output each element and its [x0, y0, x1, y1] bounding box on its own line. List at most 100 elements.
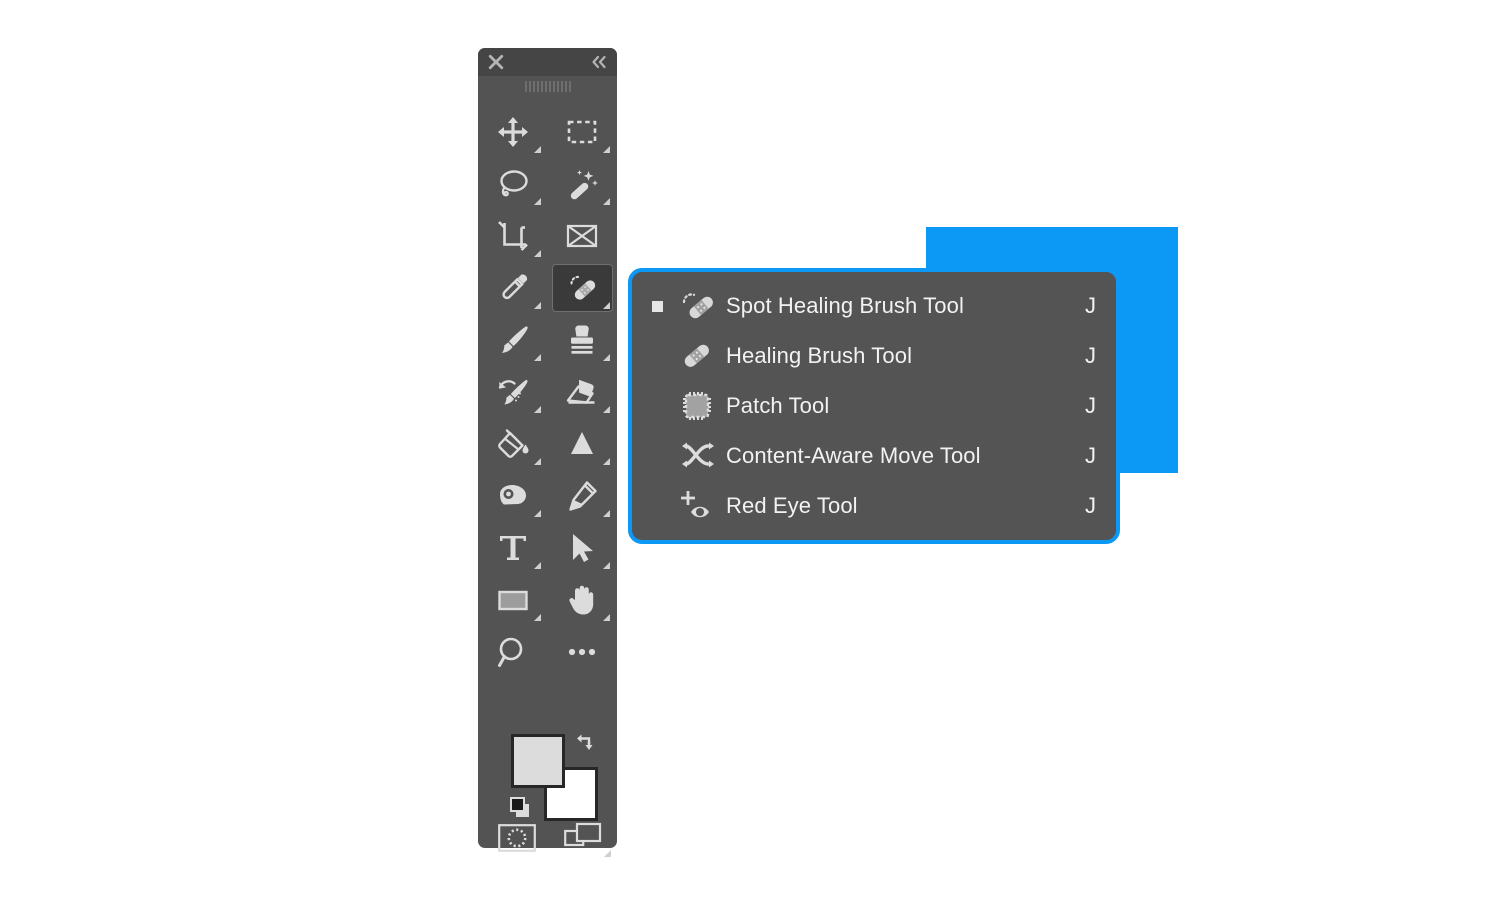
flyout-indicator-icon [603, 146, 610, 153]
tool-blur[interactable] [548, 418, 618, 470]
red-eye-icon [668, 485, 726, 527]
flyout-indicator-icon [533, 406, 541, 413]
close-icon[interactable] [487, 53, 505, 71]
flyout-indicator-icon [533, 198, 541, 205]
menu-item-label: Content-Aware Move Tool [726, 443, 981, 468]
flyout-indicator-icon [533, 510, 541, 517]
eyedropper-icon [495, 270, 531, 306]
swap-colors-icon[interactable] [575, 731, 598, 754]
screen-mode-button[interactable] [564, 822, 611, 857]
ellipsis-icon [564, 634, 600, 670]
history-brush-icon [495, 374, 531, 410]
tool-row [478, 366, 617, 418]
tool-spot-healing-brush[interactable] [548, 262, 618, 314]
menu-item-shortcut: J [1085, 443, 1096, 468]
flyout-indicator-icon [604, 850, 611, 857]
tool-row [478, 574, 617, 626]
tool-brush[interactable] [478, 314, 548, 366]
tool-pen[interactable] [548, 470, 618, 522]
flyout-indicator-icon [603, 458, 610, 465]
menu-item-label: Patch Tool [726, 393, 830, 418]
tool-eraser[interactable] [548, 366, 618, 418]
tool-row [478, 262, 617, 314]
flyout-indicator-icon [603, 406, 610, 413]
tool-horizontal-type[interactable] [478, 522, 548, 574]
menu-item-content-aware-move-tool[interactable]: Content-Aware Move Tool J [632, 431, 1116, 481]
flyout-indicator-icon [603, 562, 610, 569]
tool-rectangular-marquee[interactable] [548, 106, 618, 158]
tool-row [478, 314, 617, 366]
tools-panel-header [478, 48, 617, 76]
triangle-icon [564, 426, 600, 462]
menu-item-label: Spot Healing Brush Tool [726, 293, 964, 318]
panel-drag-handle[interactable] [524, 81, 571, 92]
flyout-indicator-icon [533, 146, 541, 153]
tools-panel [478, 48, 617, 857]
color-and-mode-section [478, 720, 617, 857]
menu-item-shortcut: J [1085, 293, 1096, 318]
brush-icon [495, 322, 531, 358]
flyout-indicator-icon [533, 614, 541, 621]
tool-hand[interactable] [548, 574, 618, 626]
hand-icon [564, 582, 600, 618]
tool-grid [478, 106, 617, 678]
tool-row [478, 106, 617, 158]
tool-move[interactable] [478, 106, 548, 158]
tool-eyedropper[interactable] [478, 262, 548, 314]
tool-row [478, 470, 617, 522]
tool-edit-toolbar[interactable] [548, 626, 618, 678]
flyout-indicator-icon [603, 614, 610, 621]
tool-row [478, 158, 617, 210]
tool-dodge[interactable] [478, 470, 548, 522]
menu-item-shortcut: J [1085, 393, 1096, 418]
tool-path-selection[interactable] [548, 522, 618, 574]
rectangular-marquee-icon [564, 114, 600, 150]
flyout-indicator-icon [533, 302, 541, 309]
magic-wand-icon [564, 166, 600, 202]
tool-history-brush[interactable] [478, 366, 548, 418]
flyout-indicator-icon [603, 302, 610, 309]
stamp-icon [564, 322, 600, 358]
menu-item-label: Red Eye Tool [726, 493, 858, 518]
flyout-indicator-icon [533, 562, 541, 569]
pen-icon [564, 478, 600, 514]
bandage-icon [564, 270, 600, 306]
tool-object-selection[interactable] [548, 158, 618, 210]
arrow-pointer-icon [564, 530, 600, 566]
tool-lasso[interactable] [478, 158, 548, 210]
menu-item-spot-healing-brush-tool[interactable]: Spot Healing Brush Tool J [632, 281, 1116, 331]
menu-item-label: Healing Brush Tool [726, 343, 913, 368]
crop-icon [495, 218, 531, 254]
tool-gradient[interactable] [478, 418, 548, 470]
paint-bucket-icon [495, 426, 531, 462]
menu-item-red-eye-tool[interactable]: Red Eye Tool J [632, 481, 1116, 531]
collapse-panel-icon[interactable] [589, 52, 609, 72]
tool-clone-stamp[interactable] [548, 314, 618, 366]
flyout-indicator-icon [603, 510, 610, 517]
menu-item-shortcut: J [1085, 493, 1096, 518]
type-icon [495, 530, 531, 566]
patch-icon [668, 385, 726, 427]
spot-healing-bandage-icon [668, 285, 726, 327]
frame-icon [564, 218, 600, 254]
dodge-icon [495, 478, 531, 514]
tool-zoom[interactable] [478, 626, 548, 678]
flyout-indicator-icon [533, 250, 541, 257]
tool-rectangle[interactable] [478, 574, 548, 626]
tool-row [478, 210, 617, 262]
menu-item-healing-brush-tool[interactable]: Healing Brush Tool J [632, 331, 1116, 381]
flyout-indicator-icon [603, 198, 610, 205]
tool-frame[interactable] [548, 210, 618, 262]
eraser-icon [564, 374, 600, 410]
quick-mask-mode-button[interactable] [498, 824, 536, 852]
flyout-indicator-icon [603, 354, 610, 361]
foreground-color-swatch[interactable] [511, 734, 565, 788]
rectangle-icon [495, 582, 531, 618]
default-colors-icon[interactable] [509, 795, 533, 819]
move-icon [495, 114, 531, 150]
magnifier-icon [495, 634, 531, 670]
tool-crop[interactable] [478, 210, 548, 262]
tool-row [478, 522, 617, 574]
lasso-icon [495, 166, 531, 202]
menu-item-patch-tool[interactable]: Patch Tool J [632, 381, 1116, 431]
